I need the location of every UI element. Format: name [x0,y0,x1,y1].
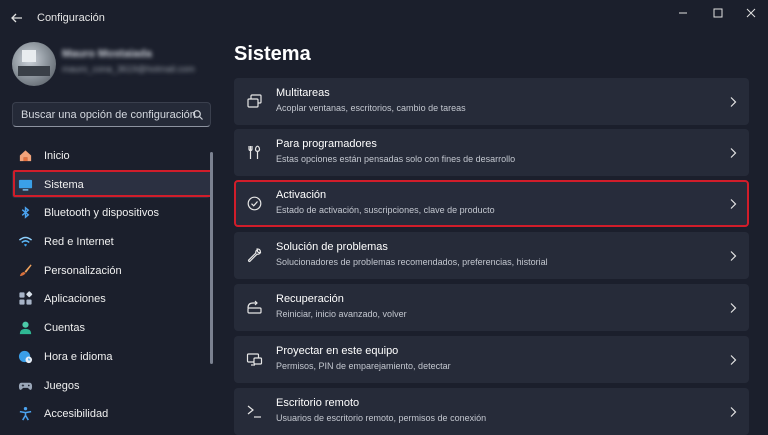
card-programadores[interactable]: Para programadores Estas opciones están … [234,129,749,176]
sidebar-item-cuentas[interactable]: Cuentas [12,313,210,342]
sidebar-item-accesibilidad[interactable]: Accesibilidad [12,399,210,428]
card-subtitle: Solucionadores de problemas recomendados… [276,257,548,267]
card-subtitle: Acoplar ventanas, escritorios, cambio de… [276,103,466,113]
maximize-button[interactable] [707,6,729,20]
user-profile[interactable]: Mauro Mostaiada mauro_cona_3619@hotmail.… [12,42,212,88]
home-icon [19,150,32,162]
card-title: Multitareas [276,87,330,99]
card-subtitle: Estas opciones están pensadas solo con f… [276,154,516,164]
sidebar-item-hora[interactable]: Hora e idioma [12,342,210,371]
chevron-right-icon [730,407,737,417]
recovery-icon [247,300,262,314]
developer-tools-icon [248,145,261,159]
page-title: Sistema [234,43,311,65]
sidebar-item-label: Personalización [44,264,122,277]
gamepad-icon [18,382,33,390]
apps-icon [19,291,33,306]
wifi-icon [18,236,33,247]
card-escritorio-remoto[interactable]: Escritorio remoto Usuarios de escritorio… [234,388,749,435]
account-icon [19,321,32,335]
chevron-right-icon [730,251,737,261]
card-subtitle: Reiniciar, inicio avanzado, volver [276,309,407,319]
wrench-icon [247,248,262,263]
card-title: Proyectar en este equipo [276,345,399,357]
bluetooth-icon [21,206,30,220]
brush-icon [19,264,32,276]
multitask-icon [247,94,262,108]
sidebar-item-label: Juegos [44,379,80,392]
avatar [12,42,56,86]
card-proyectar[interactable]: Proyectar en este equipo Permisos, PIN d… [234,336,749,383]
app-title: Configuración [37,12,105,24]
profile-name: Mauro Mostaiada [62,48,152,60]
card-multitareas[interactable]: Multitareas Acoplar ventanas, escritorio… [234,78,749,125]
sidebar-item-label: Accesibilidad [44,408,109,421]
chevron-right-icon [730,303,737,313]
card-title: Activación [276,189,327,201]
sidebar-scrollbar[interactable] [210,152,213,364]
sidebar-item-bluetooth[interactable]: Bluetooth y dispositivos [12,198,210,227]
accessibility-icon [19,407,32,421]
title-bar: Configuración [0,0,768,34]
sidebar-item-label: Inicio [44,150,70,162]
card-title: Para programadores [276,138,377,150]
profile-email: mauro_cona_3619@hotmail.com [62,64,195,74]
sidebar-item-label: Hora e idioma [44,350,113,363]
chevron-right-icon [730,148,737,158]
card-title: Escritorio remoto [276,397,360,409]
search-icon [193,110,203,120]
sidebar-item-label: Aplicaciones [44,293,106,306]
card-title: Solución de problemas [276,241,388,253]
chevron-right-icon [730,355,737,365]
search-input[interactable]: Buscar una opción de configuración [12,102,211,127]
search-placeholder: Buscar una opción de configuración [21,109,196,121]
sidebar-item-label: Bluetooth y dispositivos [44,207,159,220]
sidebar-item-red[interactable]: Red e Internet [12,227,210,256]
card-title: Recuperación [276,293,344,305]
card-recuperacion[interactable]: Recuperación Reiniciar, inicio avanzado,… [234,284,749,331]
chevron-right-icon [730,97,737,107]
card-solucion-problemas[interactable]: Solución de problemas Solucionadores de … [234,232,749,279]
card-subtitle: Permisos, PIN de emparejamiento, detecta… [276,361,451,371]
card-subtitle: Estado de activación, suscripciones, cla… [276,205,495,215]
card-subtitle: Usuarios de escritorio remoto, permisos … [276,413,487,423]
sidebar-item-label: Red e Internet [44,236,114,249]
remote-desktop-icon [247,405,261,418]
sidebar-item-juegos[interactable]: Juegos [12,371,210,400]
sidebar-item-aplicaciones[interactable]: Aplicaciones [12,284,210,313]
sidebar-item-inicio[interactable]: Inicio [12,141,210,170]
back-arrow-icon[interactable] [8,9,26,27]
activation-check-icon [247,196,262,211]
minimize-button[interactable] [672,6,694,20]
chevron-right-icon [730,199,737,209]
project-icon [246,353,263,366]
close-button[interactable] [740,6,762,20]
sidebar-item-personalizacion[interactable]: Personalización [12,256,210,285]
globe-clock-icon [18,350,33,363]
card-activacion[interactable]: Activación Estado de activación, suscrip… [234,180,749,227]
selection-highlight [13,170,212,197]
sidebar-item-label: Cuentas [44,322,85,335]
